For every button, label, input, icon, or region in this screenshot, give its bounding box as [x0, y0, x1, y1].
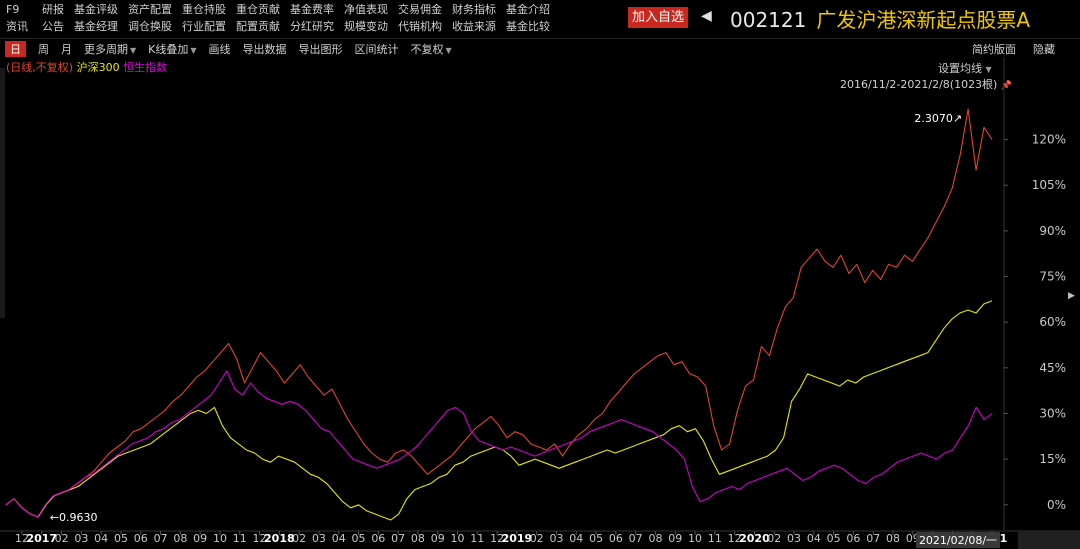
- x-tick-label: 11: [470, 532, 484, 545]
- x-tick-label: 06: [134, 532, 148, 545]
- x-tick-label: 2019: [502, 532, 533, 545]
- x-tick-label: 02: [55, 532, 69, 545]
- y-tick-label: 105%: [1032, 178, 1066, 192]
- y-tick-label: 45%: [1039, 361, 1066, 375]
- x-tick-label: 03: [549, 532, 563, 545]
- x-tick-label: 08: [648, 532, 662, 545]
- x-tick-label: 05: [589, 532, 603, 545]
- series-line-1: [5, 300, 993, 521]
- chart-grid: [0, 57, 1080, 532]
- y-tick-label: 60%: [1039, 315, 1066, 329]
- cursor-date-label: 2021/02/08/一: [919, 534, 997, 547]
- y-tick-label: 75%: [1039, 270, 1066, 284]
- min-value-label: ←0.9630: [50, 511, 98, 524]
- x-tick-label: 07: [154, 532, 168, 545]
- x-tick-label: 05: [352, 532, 366, 545]
- x-tick-label: 02: [767, 532, 781, 545]
- x-tick-label: 04: [94, 532, 108, 545]
- x-tick-label: 06: [846, 532, 860, 545]
- x-tick-label: 08: [173, 532, 187, 545]
- x-axis: 12201702 03 04 05 06 07 08 09 10 11 12201802 03 04 05…: [15, 531, 1007, 545]
- x-tick-label: 11: [708, 532, 722, 545]
- max-value-label: 2.3070↗: [914, 112, 962, 125]
- y-tick-label: 15%: [1039, 452, 1066, 466]
- x-tick-label: 06: [371, 532, 385, 545]
- x-tick-label: 04: [569, 532, 583, 545]
- y-tick-label: 90%: [1039, 224, 1066, 238]
- y-tick-label: 30%: [1039, 406, 1066, 420]
- x-tick-label: 10: [213, 532, 227, 545]
- chart-annotations: 2.3070↗ ←0.9630 2021/02/08/一: [50, 112, 1000, 548]
- x-tick-label: 05: [114, 532, 128, 545]
- x-tick-label: 03: [312, 532, 326, 545]
- series-line-2: [5, 370, 993, 518]
- x-tick-label: 10: [451, 532, 465, 545]
- y-tick-label: 120%: [1032, 133, 1066, 147]
- x-tick-label: 04: [332, 532, 346, 545]
- x-tick-label: 09: [193, 532, 207, 545]
- x-tick-label: 11: [233, 532, 247, 545]
- x-tick-label: 03: [787, 532, 801, 545]
- y-axis: 120% 105% 90% 75% 60% 45% 30% 15% 0%: [1004, 133, 1066, 512]
- performance-chart[interactable]: 120%105%90%75%60%45%30%15%0% 12201702 03 0…: [0, 0, 1080, 549]
- series-line-0: [5, 108, 993, 518]
- x-tick-label: 02: [292, 532, 306, 545]
- series-lines: [5, 108, 993, 521]
- x-tick-label: 04: [807, 532, 821, 545]
- x-tick-label: 03: [74, 532, 88, 545]
- y-tick-label: 0%: [1047, 498, 1066, 512]
- scroll-right-icon[interactable]: ▶: [1068, 291, 1075, 301]
- x-tick-label: 2020: [739, 532, 770, 545]
- x-tick-label: 02: [530, 532, 544, 545]
- x-tick-label: 07: [866, 532, 880, 545]
- x-tick-label: 07: [391, 532, 405, 545]
- x-tick-label: 06: [609, 532, 623, 545]
- x-tick-label: 08: [886, 532, 900, 545]
- x-tick-label: 09: [668, 532, 682, 545]
- x-tick-label: 2018: [264, 532, 295, 545]
- x-tick-label: 07: [629, 532, 643, 545]
- x-tick-label: 10: [688, 532, 702, 545]
- axis-corner: [1018, 531, 1080, 549]
- x-tick-label: 05: [827, 532, 841, 545]
- x-tick-label: 09: [431, 532, 445, 545]
- x-tick-label: 2017: [26, 532, 57, 545]
- x-tick-label: 08: [411, 532, 425, 545]
